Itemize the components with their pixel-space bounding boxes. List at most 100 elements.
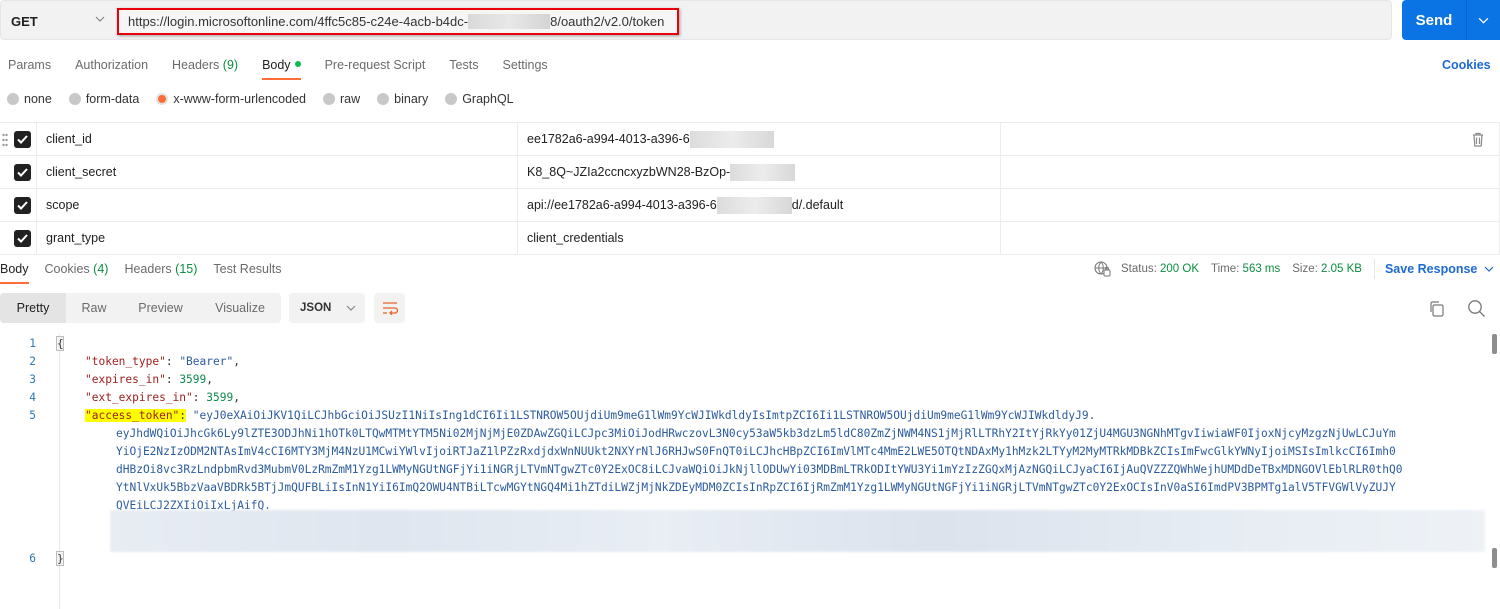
json-key: "ext_expires_in" bbox=[85, 391, 193, 404]
trash-icon[interactable] bbox=[1471, 132, 1485, 147]
tab-params[interactable]: Params bbox=[8, 52, 51, 80]
tab-test-results[interactable]: Test Results bbox=[213, 258, 281, 284]
method-select[interactable]: GET bbox=[1, 1, 113, 41]
table-row: grant_type client_credentials bbox=[0, 222, 1500, 255]
view-mode-segmented: Pretty Raw Preview Visualize bbox=[0, 293, 281, 323]
format-label: JSON bbox=[300, 302, 332, 314]
globe-lock-icon[interactable] bbox=[1094, 261, 1111, 277]
drag-handle-icon[interactable] bbox=[2, 133, 8, 147]
param-value-text: ee1782a6-a994-4013-a396-6 bbox=[527, 132, 690, 146]
format-select[interactable]: JSON bbox=[289, 293, 365, 323]
json-string: "eyJ0eXAiOiJKV1QiLCJhbGciOiJSUzI1NiIsIng… bbox=[192, 409, 1096, 422]
token-line: YiOjE2NzIzODM2NTAsImV4cCI6MTY3MjM4NzU1MC… bbox=[116, 445, 1396, 458]
view-preview[interactable]: Preview bbox=[122, 293, 199, 323]
param-value[interactable]: client_credentials bbox=[518, 222, 1001, 254]
url-input[interactable]: https://login.microsoftonline.com/4ffc5c… bbox=[117, 8, 679, 35]
tab-label: Test Results bbox=[213, 262, 282, 276]
tab-response-cookies[interactable]: Cookies (4) bbox=[45, 258, 109, 284]
radio-label: GraphQL bbox=[462, 92, 514, 106]
row-controls bbox=[0, 156, 37, 188]
param-key[interactable]: scope bbox=[37, 189, 518, 221]
radio-none[interactable]: none bbox=[7, 92, 52, 106]
radio-x-www-form-urlencoded[interactable]: x-www-form-urlencoded bbox=[156, 92, 306, 106]
request-tabs: Params Authorization Headers (9) Body Pr… bbox=[0, 52, 564, 80]
code-line: "ext_expires_in": 3599, bbox=[85, 391, 240, 404]
scrollbar-thumb[interactable] bbox=[1492, 334, 1497, 354]
tab-count: (15) bbox=[175, 262, 198, 276]
param-value[interactable]: K8_8Q~JZIa2ccncxyzbWN28-BzOp- bbox=[518, 156, 1001, 188]
send-button[interactable]: Send bbox=[1402, 0, 1466, 40]
tab-headers[interactable]: Headers (9) bbox=[172, 52, 238, 80]
code-line: "token_type": "Bearer", bbox=[85, 355, 240, 368]
row-checkbox[interactable] bbox=[14, 197, 31, 214]
tab-count: (4) bbox=[93, 262, 109, 276]
chevron-down-icon bbox=[95, 16, 105, 22]
param-key[interactable]: grant_type bbox=[37, 222, 518, 254]
copy-icon[interactable] bbox=[1428, 300, 1446, 318]
line-number: 5 bbox=[29, 409, 36, 422]
json-key-highlighted: "access_token" bbox=[85, 409, 180, 422]
json-number: 3599 bbox=[206, 391, 234, 404]
response-body-viewer[interactable]: 1 2 3 4 5 6 { "token_type": "Bearer", "e… bbox=[0, 334, 1490, 609]
time[interactable]: Time: 563 ms bbox=[1211, 263, 1280, 275]
tab-tests[interactable]: Tests bbox=[449, 52, 478, 80]
param-key[interactable]: client_secret bbox=[37, 156, 518, 188]
param-value[interactable]: ee1782a6-a994-4013-a396-6 bbox=[518, 123, 1001, 155]
param-description[interactable] bbox=[1001, 189, 1500, 221]
send-options-button[interactable] bbox=[1466, 0, 1500, 40]
radio-form-data[interactable]: form-data bbox=[68, 92, 139, 106]
status-label: Status: bbox=[1121, 263, 1157, 275]
radio-graphql[interactable]: GraphQL bbox=[445, 92, 514, 106]
tab-label: Headers bbox=[172, 58, 220, 72]
param-key[interactable]: client_id bbox=[37, 123, 518, 155]
redacted-region bbox=[730, 163, 796, 181]
param-description[interactable] bbox=[1001, 222, 1500, 254]
param-value[interactable]: api://ee1782a6-a994-4013-a396-6 d/.defaul… bbox=[518, 189, 1001, 221]
save-response-button[interactable]: Save Response bbox=[1385, 262, 1494, 276]
body-type-radios: none form-data x-www-form-urlencoded raw… bbox=[7, 92, 531, 106]
open-brace: { bbox=[56, 336, 64, 351]
redacted-region bbox=[468, 14, 551, 29]
line-number: 3 bbox=[29, 373, 36, 386]
check-icon bbox=[17, 168, 28, 177]
radio-circle bbox=[68, 93, 81, 105]
json-string: "Bearer" bbox=[179, 355, 234, 368]
tab-settings[interactable]: Settings bbox=[502, 52, 547, 80]
tab-count: (9) bbox=[222, 58, 239, 72]
scrollbar-thumb[interactable] bbox=[1492, 548, 1497, 568]
close-brace: } bbox=[56, 551, 64, 566]
table-row: scope api://ee1782a6-a994-4013-a396-6 d/.… bbox=[0, 189, 1500, 222]
row-checkbox[interactable] bbox=[14, 230, 31, 247]
tab-response-body[interactable]: Body bbox=[0, 258, 29, 284]
search-icon[interactable] bbox=[1467, 299, 1486, 318]
check-icon bbox=[17, 135, 28, 144]
view-raw[interactable]: Raw bbox=[66, 293, 122, 323]
chevron-down-icon bbox=[1478, 17, 1489, 24]
status[interactable]: Status: 200 OK bbox=[1121, 263, 1199, 275]
row-controls bbox=[0, 123, 37, 155]
tab-label: Headers bbox=[124, 262, 172, 276]
radio-raw[interactable]: raw bbox=[323, 92, 360, 106]
cookies-link[interactable]: Cookies bbox=[1442, 58, 1491, 72]
line-number: 6 bbox=[29, 552, 36, 565]
wrap-lines-icon bbox=[382, 302, 398, 315]
size-value: 2.05 KB bbox=[1321, 263, 1362, 275]
chevron-down-icon bbox=[346, 305, 356, 311]
tab-authorization[interactable]: Authorization bbox=[75, 52, 148, 80]
tab-body[interactable]: Body bbox=[262, 52, 301, 80]
row-checkbox[interactable] bbox=[14, 131, 31, 148]
tab-response-headers[interactable]: Headers (15) bbox=[124, 258, 197, 284]
row-checkbox[interactable] bbox=[14, 164, 31, 181]
radio-circle bbox=[7, 93, 19, 105]
param-description[interactable] bbox=[1001, 123, 1500, 155]
param-description[interactable] bbox=[1001, 156, 1500, 188]
size[interactable]: Size: 2.05 KB bbox=[1292, 263, 1362, 275]
wrap-lines-button[interactable] bbox=[374, 293, 405, 323]
tab-pre-request-script[interactable]: Pre-request Script bbox=[325, 52, 426, 80]
view-visualize[interactable]: Visualize bbox=[199, 293, 281, 323]
view-pretty[interactable]: Pretty bbox=[0, 293, 66, 323]
radio-binary[interactable]: binary bbox=[377, 92, 428, 106]
response-tabs: Body Cookies (4) Headers (15) Test Resul… bbox=[0, 258, 298, 284]
radio-circle-selected bbox=[156, 93, 169, 105]
json-key: "expires_in" bbox=[85, 373, 166, 386]
